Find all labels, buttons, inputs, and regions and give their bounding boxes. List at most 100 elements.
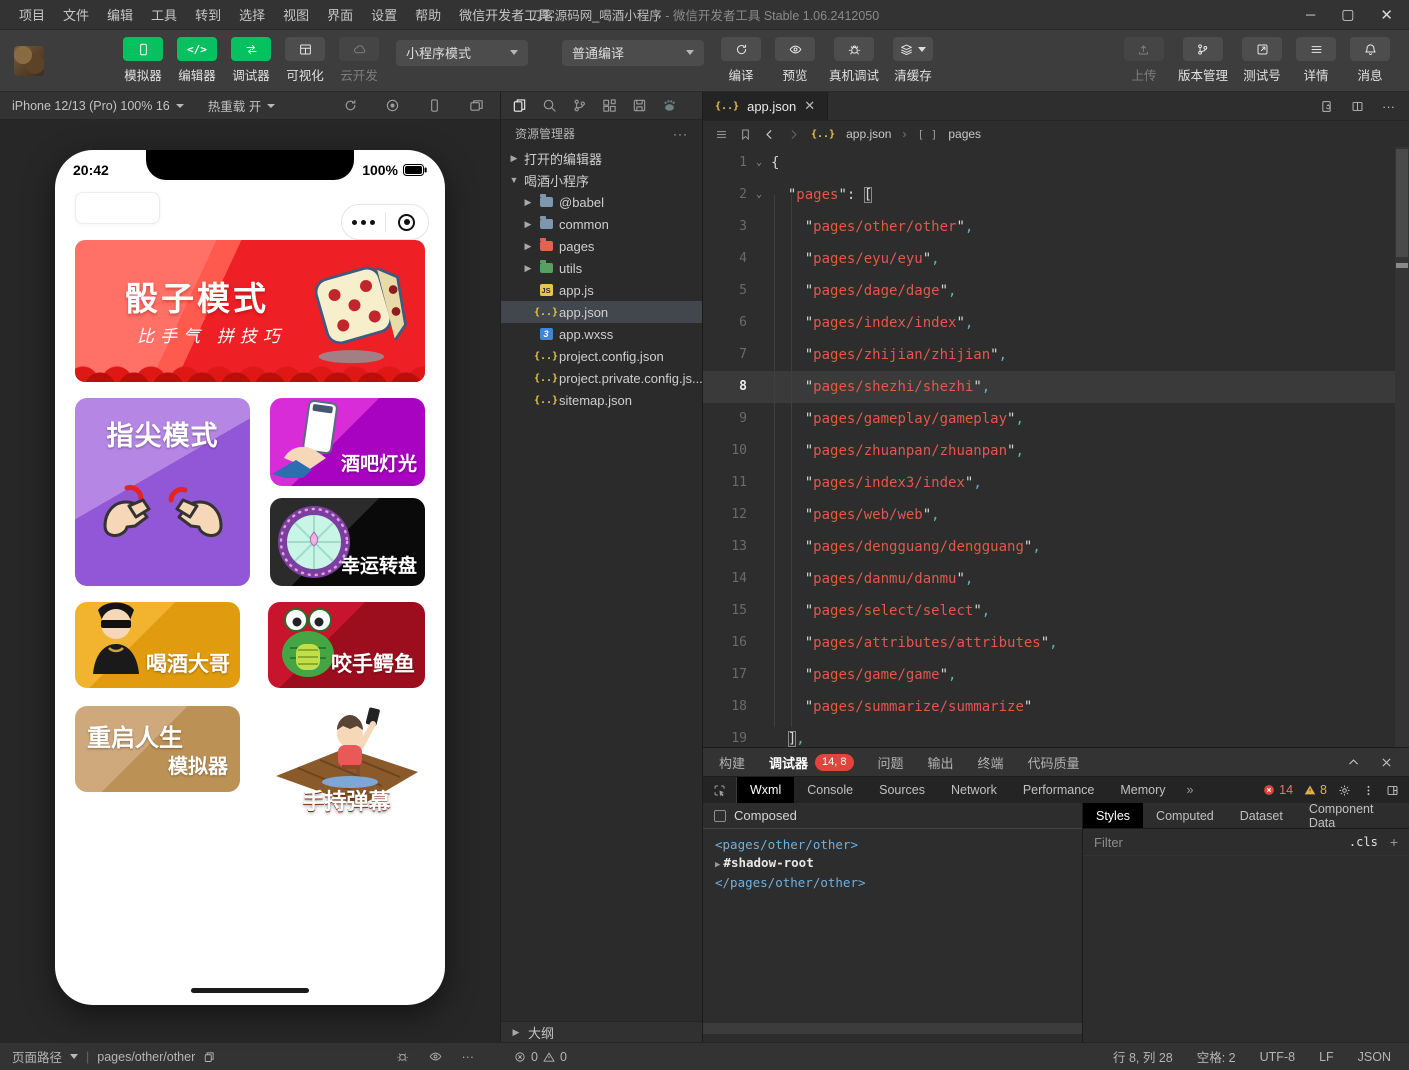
styles-tab-dataset[interactable]: Dataset — [1227, 803, 1296, 828]
menu-item[interactable]: 编辑 — [98, 5, 142, 24]
list-icon[interactable] — [715, 128, 728, 141]
debugger-tab-调试器[interactable]: 调试器 14, 8 — [769, 753, 854, 772]
code-line-10[interactable]: 10 "pages/zhuanpan/zhuanpan", — [703, 435, 1409, 467]
menu-item[interactable]: 帮助 — [406, 5, 450, 24]
compile-type-select[interactable]: 普通编译 — [562, 39, 704, 66]
explorer-item-[interactable]: ▼ 喝酒小程序 — [501, 169, 702, 191]
debugger-tab-构建[interactable]: 构建 — [719, 753, 745, 772]
more-tabs-icon[interactable]: » — [1179, 777, 1202, 803]
云开发-button[interactable]: 云开发 — [339, 37, 379, 84]
collapse-icon[interactable] — [1347, 756, 1360, 769]
add-style-icon[interactable]: + — [1390, 834, 1398, 850]
tab-app-json[interactable]: {..} app.json ✕ — [703, 92, 829, 120]
消息-button[interactable]: 消息 — [1350, 37, 1390, 84]
模拟器-button[interactable]: 模拟器 — [123, 37, 163, 84]
back-icon[interactable] — [763, 128, 776, 141]
debugger-tab-终端[interactable]: 终端 — [978, 753, 1004, 772]
devtools-tab-sources[interactable]: Sources — [866, 777, 938, 803]
split-editor-icon[interactable] — [1351, 100, 1364, 113]
explorer-item-pages[interactable]: ▶ pages — [501, 235, 702, 257]
explorer-item-utils[interactable]: ▶ utils — [501, 257, 702, 279]
code-line-14[interactable]: 14 "pages/danmu/danmu", — [703, 563, 1409, 595]
explorer-item-[interactable]: ▶ 打开的编辑器 — [501, 147, 702, 169]
forward-icon[interactable] — [787, 128, 800, 141]
详情-button[interactable]: 详情 — [1296, 37, 1336, 84]
widgets-icon[interactable] — [602, 98, 617, 113]
page-path-value[interactable]: pages/other/other — [97, 1050, 195, 1064]
inspect-element-icon[interactable] — [703, 777, 737, 803]
rotate-icon[interactable] — [343, 98, 358, 113]
close-icon[interactable]: ✕ — [1380, 6, 1393, 24]
code-line-13[interactable]: 13 "pages/dengguang/dengguang", — [703, 531, 1409, 563]
copy-icon[interactable] — [203, 1051, 215, 1063]
tile-chongqi[interactable]: 重启人生 模拟器 — [75, 706, 240, 792]
debugger-tab-输出[interactable]: 输出 — [928, 753, 954, 772]
status-item[interactable]: 行 8, 列 28 — [1113, 1047, 1173, 1066]
code-line-7[interactable]: 7 "pages/zhijian/zhijian", — [703, 339, 1409, 371]
editor-scrollbar[interactable] — [1395, 147, 1409, 747]
hot-reload-toggle[interactable]: 热重载 开 — [208, 96, 276, 115]
breadcrumb-node[interactable]: pages — [948, 127, 981, 141]
more-icon[interactable]: ··· — [1382, 99, 1395, 114]
explorer-item-common[interactable]: ▶ common — [501, 213, 702, 235]
warning-count[interactable]: 8 — [1304, 783, 1327, 797]
bug-icon[interactable] — [396, 1050, 409, 1063]
menu-item[interactable]: 设置 — [362, 5, 406, 24]
outline-section[interactable]: ▶ 大纲 — [501, 1021, 702, 1042]
styles-tab-computed[interactable]: Computed — [1143, 803, 1227, 828]
open-preview-icon[interactable] — [1320, 100, 1333, 113]
编译-button[interactable]: 编译 — [721, 37, 761, 84]
status-item[interactable]: UTF-8 — [1260, 1050, 1295, 1064]
status-item[interactable]: 空格: 2 — [1197, 1047, 1236, 1066]
eye-icon[interactable] — [429, 1050, 442, 1063]
code-line-6[interactable]: 6 "pages/index/index", — [703, 307, 1409, 339]
cls-button[interactable]: .cls — [1349, 835, 1378, 849]
tile-zhijian[interactable]: 指尖模式 — [75, 398, 250, 586]
上传-button[interactable]: 上传 — [1123, 37, 1164, 84]
record-icon[interactable] — [385, 98, 400, 113]
devtools-tab-console[interactable]: Console — [794, 777, 866, 803]
styles-tab-styles[interactable]: Styles — [1083, 803, 1144, 828]
explorer-item-app.wxss[interactable]: 3 app.wxss — [501, 323, 702, 345]
problems-summary[interactable]: 0 0 — [500, 1050, 703, 1064]
float-window-icon[interactable] — [469, 98, 484, 113]
menu-item[interactable]: 文件 — [54, 5, 98, 24]
files-icon[interactable] — [512, 98, 527, 113]
search-icon[interactable] — [542, 98, 557, 113]
code-line-18[interactable]: 18 "pages/summarize/summarize" — [703, 691, 1409, 723]
styles-tab-component-data[interactable]: Component Data — [1296, 802, 1409, 830]
预览-button[interactable]: 预览 — [775, 37, 815, 84]
dock-icon[interactable] — [1386, 784, 1399, 797]
code-line-9[interactable]: 9 "pages/gameplay/gameplay", — [703, 403, 1409, 435]
device-select[interactable]: iPhone 12/13 (Pro) 100% 16 — [12, 99, 184, 113]
device-icon[interactable] — [427, 98, 442, 113]
more-icon[interactable]: ··· — [673, 127, 688, 141]
debugger-tab-代码质量[interactable]: 代码质量 — [1028, 753, 1080, 772]
minimize-icon[interactable]: ─ — [1306, 7, 1315, 22]
tile-danmu[interactable]: 手持弹幕 — [268, 694, 425, 824]
storage-icon[interactable] — [632, 98, 647, 113]
branch-icon[interactable] — [572, 98, 587, 113]
explorer-item-project.config.json[interactable]: {..} project.config.json — [501, 345, 702, 367]
code-line-11[interactable]: 11 "pages/index3/index", — [703, 467, 1409, 499]
menu-item[interactable]: 视图 — [274, 5, 318, 24]
code-line-17[interactable]: 17 "pages/game/game", — [703, 659, 1409, 691]
explorer-item-app.json[interactable]: {..} app.json — [501, 301, 702, 323]
wxml-node[interactable]: ▶ #shadow-root — [715, 854, 1070, 875]
code-line-8[interactable]: 8 "pages/shezhi/shezhi", — [703, 371, 1409, 403]
menu-item[interactable]: 工具 — [142, 5, 186, 24]
status-item[interactable]: JSON — [1358, 1050, 1391, 1064]
code-line-19[interactable]: 19 ], — [703, 723, 1409, 747]
编辑器-button[interactable]: </> 编辑器 — [177, 37, 217, 84]
error-count[interactable]: 14 — [1263, 783, 1293, 797]
explorer-item-app.js[interactable]: JS app.js — [501, 279, 702, 301]
more-icon[interactable]: ··· — [462, 1050, 475, 1064]
清缓存-button[interactable]: 清缓存 — [893, 37, 934, 84]
bookmark-icon[interactable] — [739, 128, 752, 141]
paw-icon[interactable] — [662, 98, 677, 113]
tile-zhuanpan[interactable]: 幸运转盘 — [270, 498, 425, 586]
explorer-item-project.private.config.js...[interactable]: {..} project.private.config.js... — [501, 367, 702, 389]
code-line-2[interactable]: 2 ⌄ "pages": [ — [703, 179, 1409, 211]
tile-eyu[interactable]: 咬手鳄鱼 — [268, 602, 425, 688]
测试号-button[interactable]: 测试号 — [1242, 37, 1282, 84]
